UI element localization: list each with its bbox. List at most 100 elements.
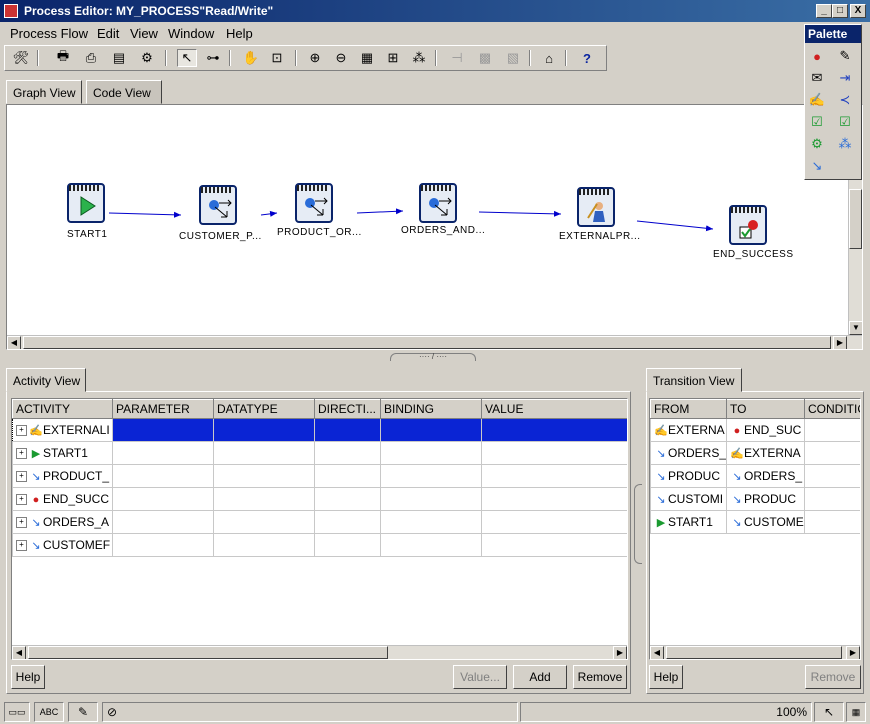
direction-cell[interactable] xyxy=(314,418,381,442)
close-button[interactable]: X xyxy=(850,4,866,18)
parameter-cell[interactable] xyxy=(112,464,214,488)
to-cell[interactable]: ↘ PRODUC xyxy=(726,487,805,511)
transition-horizontal-scrollbar[interactable]: ◀ ▶ xyxy=(650,645,860,659)
menu-edit[interactable]: Edit xyxy=(97,26,119,41)
group-icon[interactable]: ▩ xyxy=(475,49,495,67)
zoom-fit-icon[interactable]: ⊡ xyxy=(267,49,287,67)
scroll-thumb[interactable] xyxy=(666,646,842,659)
tab-code-view[interactable]: Code View xyxy=(86,80,162,104)
value-cell[interactable] xyxy=(481,533,627,557)
table-row[interactable]: ↘ CUSTOMI ↘ PRODUC xyxy=(650,487,860,511)
node-start1[interactable] xyxy=(67,183,107,225)
generate-icon[interactable]: ⚙ xyxy=(137,49,157,67)
transition-arrow[interactable] xyxy=(108,211,182,218)
transition-remove-button[interactable]: Remove xyxy=(805,665,861,689)
tab-activity-view[interactable]: Activity View xyxy=(6,368,86,392)
datatype-cell[interactable] xyxy=(213,418,315,442)
activity-cell[interactable]: + ▶ START1 xyxy=(12,441,113,465)
value-cell[interactable] xyxy=(481,441,627,465)
table-row[interactable]: ↘ PRODUC ↘ ORDERS_ xyxy=(650,464,860,488)
from-cell[interactable]: ▶ START1 xyxy=(650,510,727,534)
column-header-parameter[interactable]: PARAMETER xyxy=(112,399,214,419)
column-header-to[interactable]: TO xyxy=(726,399,805,419)
table-row[interactable]: + ● END_SUCC xyxy=(12,487,627,511)
transition-arrow[interactable] xyxy=(260,210,278,217)
binding-cell[interactable] xyxy=(380,418,482,442)
binding-cell[interactable] xyxy=(380,464,482,488)
align-icon[interactable]: ⊣ xyxy=(447,49,467,67)
palette-and-icon[interactable]: ☑ xyxy=(807,113,827,131)
expand-icon[interactable]: + xyxy=(16,494,27,506)
select-pointer-icon[interactable]: ↖ xyxy=(177,49,197,67)
parameter-cell[interactable] xyxy=(112,487,214,511)
pointer-mode-icon[interactable]: ↖ xyxy=(814,702,844,722)
resize-grip-icon[interactable]: ▦ xyxy=(846,702,866,722)
binding-cell[interactable] xyxy=(380,487,482,511)
transition-arrow[interactable] xyxy=(478,210,562,217)
tag-icon[interactable]: ⌂ xyxy=(539,49,559,67)
direction-cell[interactable] xyxy=(314,510,381,534)
condition-cell[interactable] xyxy=(804,464,860,488)
transition-arrow[interactable] xyxy=(636,220,714,232)
datatype-cell[interactable] xyxy=(213,533,315,557)
menu-process-flow[interactable]: Process Flow xyxy=(10,26,88,41)
activity-cell[interactable]: + ↘ CUSTOMEF xyxy=(12,533,113,557)
table-row[interactable]: + ▶ START1 xyxy=(12,441,627,465)
auto-layout-icon[interactable]: ⊞ xyxy=(383,49,403,67)
direction-cell[interactable] xyxy=(314,487,381,511)
from-cell[interactable]: ↘ CUSTOMI xyxy=(650,487,727,511)
palette-transform-icon[interactable]: ↘ xyxy=(807,157,827,175)
overview-icon[interactable]: ▦ xyxy=(357,49,377,67)
scroll-left-button[interactable]: ◀ xyxy=(7,336,21,349)
add-button[interactable]: Add xyxy=(513,665,567,689)
binding-cell[interactable] xyxy=(380,441,482,465)
activity-cell[interactable]: + ● END_SUCC xyxy=(12,487,113,511)
parameter-cell[interactable] xyxy=(112,510,214,534)
horizontal-splitter[interactable]: ···· / ···· xyxy=(0,351,870,363)
direction-cell[interactable] xyxy=(314,533,381,557)
condition-cell[interactable] xyxy=(804,418,860,442)
binding-cell[interactable] xyxy=(380,533,482,557)
scroll-left-button[interactable]: ◀ xyxy=(650,646,664,659)
print-icon[interactable]: 🖶 xyxy=(53,48,73,67)
spell-check-icon[interactable]: ABC xyxy=(34,702,64,722)
parameter-cell[interactable] xyxy=(112,533,214,557)
help-icon[interactable]: ? xyxy=(577,49,597,67)
ungroup-icon[interactable]: ▧ xyxy=(503,49,523,67)
direction-cell[interactable] xyxy=(314,441,381,465)
activity-horizontal-scrollbar[interactable]: ◀ ▶ xyxy=(12,645,627,659)
minimize-button[interactable]: _ xyxy=(816,4,832,18)
zoom-out-icon[interactable]: ⊖ xyxy=(331,49,351,67)
scroll-right-button[interactable]: ▶ xyxy=(613,646,627,659)
to-cell[interactable]: ↘ CUSTOME xyxy=(726,510,805,534)
palette-assign-icon[interactable]: ✎ xyxy=(835,47,855,65)
condition-cell[interactable] xyxy=(804,510,860,534)
table-row[interactable]: ▶ START1 ↘ CUSTOME xyxy=(650,510,860,534)
zoom-in-icon[interactable]: ⊕ xyxy=(305,49,325,67)
tab-transition-view[interactable]: Transition View xyxy=(646,368,742,392)
datatype-cell[interactable] xyxy=(213,510,315,534)
transition-arrow[interactable] xyxy=(356,208,404,215)
value-cell[interactable] xyxy=(481,487,627,511)
edit-pencil-icon[interactable]: ✎ xyxy=(68,702,98,722)
palette-file-exists-icon[interactable]: ⇥ xyxy=(835,69,855,87)
expand-icon[interactable]: + xyxy=(16,448,27,460)
node-product[interactable] xyxy=(295,183,335,225)
expand-icon[interactable]: + xyxy=(16,540,27,552)
palette-subprocess-icon[interactable]: ⁂ xyxy=(835,135,855,153)
column-header-datatype[interactable]: DATATYPE xyxy=(213,399,315,419)
column-header-activity[interactable]: ACTIVITY xyxy=(12,399,113,419)
vertical-splitter[interactable] xyxy=(632,368,644,694)
expand-icon[interactable]: + xyxy=(16,425,27,437)
value-cell[interactable] xyxy=(481,510,627,534)
splitter-grip[interactable]: ···· / ···· xyxy=(390,353,476,361)
palette-email-icon[interactable]: ✉ xyxy=(807,69,827,87)
column-header-from[interactable]: FROM xyxy=(650,399,727,419)
palette-external-process-icon[interactable]: ✍ xyxy=(807,91,827,109)
table-row[interactable]: ↘ ORDERS_ ✍EXTERNA xyxy=(650,441,860,465)
to-cell[interactable]: ● END_SUC xyxy=(726,418,805,442)
keyboard-status-icon[interactable]: ▭▭ xyxy=(4,702,30,722)
tab-graph-view[interactable]: Graph View xyxy=(6,80,82,104)
node-external[interactable] xyxy=(577,187,617,229)
activity-remove-button[interactable]: Remove xyxy=(573,665,627,689)
